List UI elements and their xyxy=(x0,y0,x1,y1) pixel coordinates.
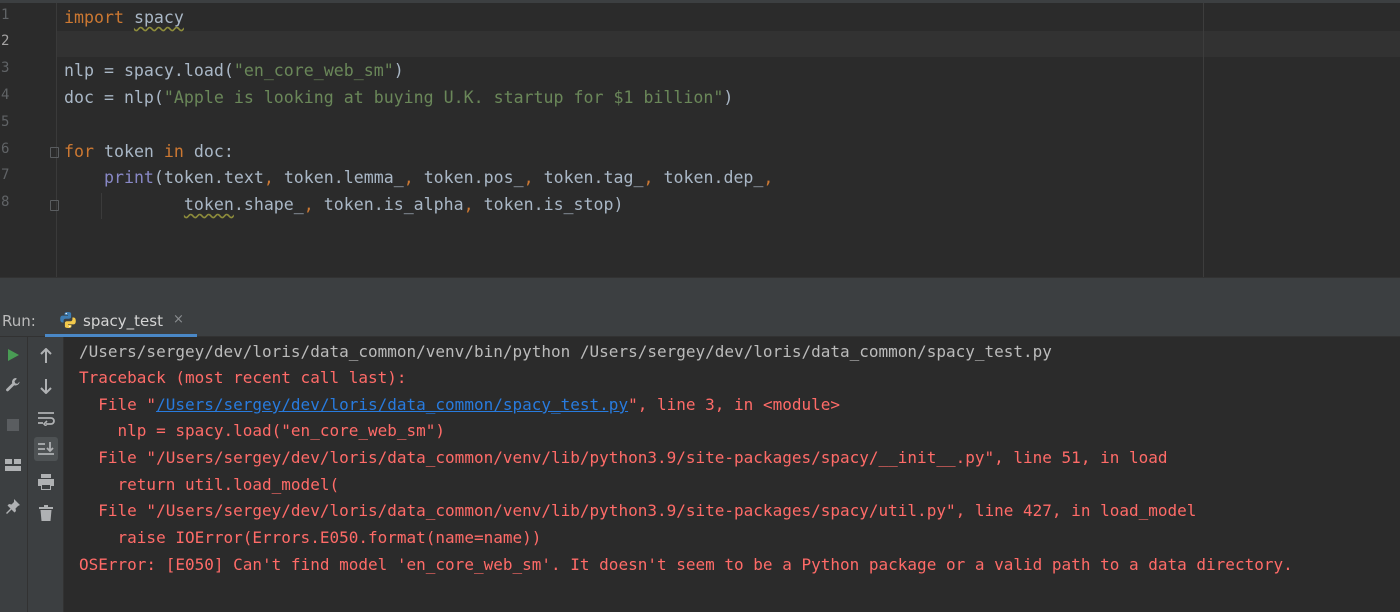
pin-tab-button[interactable] xyxy=(1,494,25,518)
code-line-6[interactable]: for token in doc: xyxy=(64,139,234,165)
up-stack-button[interactable] xyxy=(34,344,58,368)
arrow-up-icon xyxy=(40,348,52,363)
line-number: 7 xyxy=(1,167,10,183)
code-line-3[interactable]: nlp = spacy.load("en_core_web_sm") xyxy=(64,58,404,84)
traceback-code: return util.load_model( xyxy=(79,475,340,494)
comma: , xyxy=(463,195,474,214)
clear-all-button[interactable] xyxy=(34,501,58,525)
layout-icon xyxy=(5,459,21,471)
run-toolbar-primary xyxy=(0,337,28,612)
wrench-icon xyxy=(6,378,20,392)
code-text: token xyxy=(183,195,234,214)
comma: , xyxy=(263,168,274,187)
current-line-highlight xyxy=(57,31,1400,57)
arrow-down-icon xyxy=(40,379,52,394)
down-stack-button[interactable] xyxy=(34,374,58,398)
comma: , xyxy=(303,195,314,214)
traceback-frame: File "/Users/sergey/dev/loris/data_commo… xyxy=(79,392,840,418)
comma: , xyxy=(643,168,654,187)
python-icon xyxy=(60,312,76,328)
console-command-line: /Users/sergey/dev/loris/data_common/venv… xyxy=(79,342,1052,361)
code-text: .shape_ xyxy=(233,195,304,214)
code-text: token.is_alpha xyxy=(313,195,464,214)
scroll-to-end-icon xyxy=(38,442,54,455)
code-editor[interactable]: 1 2 3 4 5 6 7 8 import spacy nlp = spacy… xyxy=(0,0,1400,277)
code-text: token.is_stop) xyxy=(473,195,624,214)
right-margin-guide xyxy=(1203,3,1204,277)
traceback-frame: File "/Users/sergey/dev/loris/data_commo… xyxy=(79,448,1168,467)
builtin-function: print xyxy=(103,168,154,187)
keyword: in xyxy=(163,142,184,161)
layout-button[interactable] xyxy=(1,453,25,477)
code-text: ) xyxy=(723,88,734,107)
code-text: token.lemma_ xyxy=(273,168,404,187)
line-number: 8 xyxy=(1,194,10,210)
stop-icon xyxy=(7,419,19,431)
comma: , xyxy=(523,168,534,187)
line-number: 2 xyxy=(1,33,10,49)
run-toolbar-secondary xyxy=(28,337,64,612)
run-tab-spacy-test[interactable]: spacy_test × xyxy=(45,304,197,337)
traceback-frame: File "/Users/sergey/dev/loris/data_commo… xyxy=(79,501,1197,520)
code-text: token.pos_ xyxy=(413,168,524,187)
pin-icon xyxy=(6,499,20,514)
code-text: token xyxy=(93,142,164,161)
line-number: 4 xyxy=(1,87,10,103)
frame-suffix: ", line 3, in <module> xyxy=(628,395,840,414)
code-text: nlp = spacy.load( xyxy=(64,61,234,80)
traceback-code: nlp = spacy.load("en_core_web_sm") xyxy=(79,421,446,440)
fold-close-icon[interactable] xyxy=(50,200,59,211)
code-text: ) xyxy=(393,61,404,80)
edit-configuration-button[interactable] xyxy=(1,373,25,397)
fold-open-icon[interactable] xyxy=(50,147,59,158)
code-line-4[interactable]: doc = nlp("Apple is looking at buying U.… xyxy=(64,85,733,111)
line-number: 1 xyxy=(1,7,10,23)
run-tool-window-header: Run: spacy_test × xyxy=(0,304,1400,337)
error-message: OSError: [E050] Can't find model 'en_cor… xyxy=(79,555,1293,574)
module-name: spacy xyxy=(133,8,184,27)
run-label: Run: xyxy=(2,312,36,330)
code-text: token.dep_ xyxy=(653,168,764,187)
play-icon xyxy=(8,349,19,361)
traceback-code: raise IOError(Errors.E050.format(name=na… xyxy=(79,528,542,547)
soft-wrap-button[interactable] xyxy=(34,406,58,430)
line-number-gutter: 1 2 3 4 5 6 7 8 xyxy=(0,3,57,277)
code-text: doc = nlp( xyxy=(64,88,164,107)
code-text: token.tag_ xyxy=(533,168,644,187)
comma: , xyxy=(403,168,414,187)
run-console-output[interactable]: /Users/sergey/dev/loris/data_common/venv… xyxy=(64,337,1400,612)
comma: , xyxy=(763,168,774,187)
trash-icon xyxy=(39,505,53,521)
close-icon[interactable]: × xyxy=(173,312,184,327)
panel-splitter[interactable] xyxy=(0,277,1400,304)
traceback-header: Traceback (most recent call last): xyxy=(79,368,407,387)
line-number: 3 xyxy=(1,60,10,76)
keyword: for xyxy=(64,142,94,161)
string-literal: "Apple is looking at buying U.K. startup… xyxy=(163,88,724,107)
run-tab-label: spacy_test xyxy=(83,312,163,330)
stop-button[interactable] xyxy=(1,413,25,437)
code-text: (token.text xyxy=(153,168,264,187)
rerun-button[interactable] xyxy=(1,343,25,367)
line-number: 6 xyxy=(1,141,10,157)
code-line-1[interactable]: import spacy xyxy=(64,5,184,31)
file-link[interactable]: /Users/sergey/dev/loris/data_common/spac… xyxy=(156,395,628,414)
printer-icon xyxy=(38,474,54,490)
soft-wrap-icon xyxy=(38,412,55,426)
code-line-8[interactable]: token.shape_, token.is_alpha, token.is_s… xyxy=(64,192,624,218)
scroll-to-end-button[interactable] xyxy=(34,437,58,461)
print-button[interactable] xyxy=(34,470,58,494)
code-text: doc: xyxy=(183,142,234,161)
code-line-7[interactable]: print(token.text, token.lemma_, token.po… xyxy=(64,165,773,191)
keyword: import xyxy=(64,8,124,27)
frame-prefix: File " xyxy=(79,395,157,414)
string-literal: "en_core_web_sm" xyxy=(233,61,394,80)
line-number: 5 xyxy=(1,114,10,130)
